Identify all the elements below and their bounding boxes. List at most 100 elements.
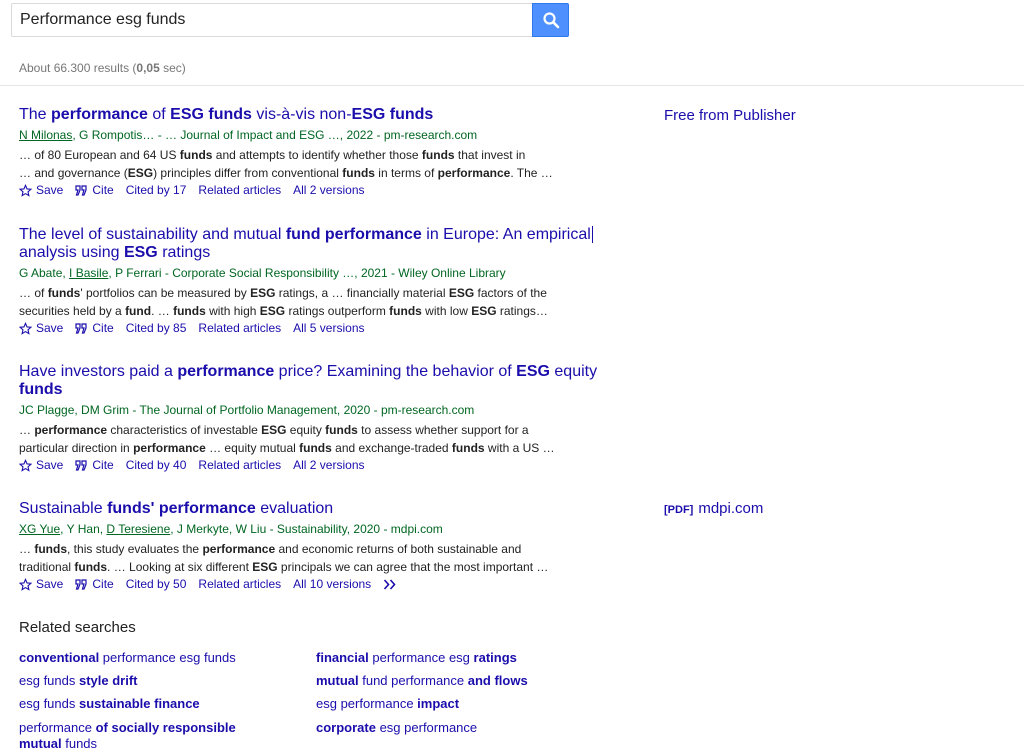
text-segment: ) principles differ from conventional bbox=[153, 166, 343, 180]
snippet-line: … of 80 European and 64 US funds and att… bbox=[19, 146, 564, 164]
text-segment: … of 80 European and 64 US bbox=[19, 148, 180, 162]
text-segment: . … bbox=[151, 304, 174, 318]
related-search-link[interactable]: esg funds style drift bbox=[19, 673, 138, 689]
text-segment: . The … bbox=[510, 166, 553, 180]
emphasized-text[interactable]: N Milonas bbox=[19, 128, 72, 142]
related-search-link[interactable]: esg performance impact bbox=[316, 696, 459, 712]
results-stats: About 66.300 results (0,05 sec) bbox=[19, 61, 186, 75]
cited-by-link[interactable]: Cited by 50 bbox=[126, 577, 187, 591]
more-chevron-button[interactable] bbox=[383, 578, 401, 590]
text-segment: evaluation bbox=[255, 500, 334, 517]
text-segment: and exchange-traded bbox=[331, 441, 452, 455]
related-search-link[interactable]: corporate esg performance bbox=[316, 720, 477, 736]
snippet-line: traditional funds. … Looking at six diff… bbox=[19, 558, 564, 576]
related-search-link[interactable]: esg funds sustainable finance bbox=[19, 696, 200, 712]
cite-button[interactable]: Cite bbox=[75, 577, 114, 591]
versions-link[interactable]: All 5 versions bbox=[293, 321, 364, 335]
text-segment: , this study evaluates the bbox=[67, 542, 203, 556]
stats-prefix: About 66.300 results ( bbox=[19, 61, 137, 75]
snippet-line: … performance characteristics of investa… bbox=[19, 421, 564, 439]
emphasized-text: ESG bbox=[448, 286, 475, 300]
search-button[interactable] bbox=[532, 3, 569, 37]
text-segment: ratings… bbox=[496, 304, 548, 318]
related-articles-link[interactable]: Related articles bbox=[198, 183, 281, 197]
related-search-link[interactable]: performance of socially responsible mutu… bbox=[19, 720, 269, 752]
snippet-line: … and governance (ESG) principles differ… bbox=[19, 164, 564, 182]
cite-label: Cite bbox=[92, 321, 114, 335]
text-segment: esg funds bbox=[19, 673, 79, 688]
cite-button[interactable]: Cite bbox=[75, 458, 114, 472]
text-segment: , G Rompotis… - … Journal of Impact and … bbox=[72, 128, 478, 142]
emphasized-text: financial bbox=[316, 650, 369, 665]
side-link-publisher[interactable]: Free from Publisher bbox=[664, 107, 796, 124]
save-button[interactable]: Save bbox=[19, 458, 63, 472]
related-search-link[interactable]: conventional performance esg funds bbox=[19, 650, 236, 666]
emphasized-text[interactable]: XG Yue bbox=[19, 522, 60, 536]
text-segment: … bbox=[19, 423, 35, 437]
cite-button[interactable]: Cite bbox=[75, 321, 114, 335]
cited-by-link[interactable]: Cited by 85 bbox=[126, 321, 187, 335]
search-input[interactable] bbox=[12, 4, 532, 36]
text-segment: , Y Han, bbox=[60, 522, 107, 536]
save-button[interactable]: Save bbox=[19, 577, 63, 591]
snippet-line: … of funds' portfolios can be measured b… bbox=[19, 284, 564, 302]
cite-label: Cite bbox=[92, 577, 114, 591]
text-segment: The bbox=[19, 106, 52, 123]
related-searches-heading: Related searches bbox=[19, 619, 136, 636]
text-segment: , J Merkyte, W Liu - Sustainability, 202… bbox=[170, 522, 443, 536]
emphasized-text: performance bbox=[202, 542, 276, 556]
emphasized-text: fund bbox=[125, 304, 152, 318]
save-button[interactable]: Save bbox=[19, 183, 63, 197]
versions-link[interactable]: All 10 versions bbox=[293, 577, 371, 591]
related-articles-link[interactable]: Related articles bbox=[198, 458, 281, 472]
star-icon bbox=[19, 183, 32, 197]
side-link-pdf[interactable]: [PDF] mdpi.com bbox=[664, 500, 763, 517]
text-segment: equity bbox=[549, 363, 598, 380]
related-articles-link[interactable]: Related articles bbox=[198, 321, 281, 335]
text-segment: performance bbox=[19, 720, 96, 735]
emphasized-text: funds bbox=[421, 148, 455, 162]
text-segment: … and governance ( bbox=[19, 166, 128, 180]
text-segment: esg performance bbox=[316, 696, 418, 711]
search-icon bbox=[542, 12, 559, 29]
emphasized-text[interactable]: I Basile bbox=[69, 266, 108, 280]
pdf-label: [PDF] bbox=[664, 504, 694, 516]
result-title[interactable]: The level of sustainability and mutual f… bbox=[19, 226, 599, 262]
text-segment: that invest in bbox=[454, 148, 526, 162]
save-button[interactable]: Save bbox=[19, 321, 63, 335]
snippet-line: securities held by a fund. … funds with … bbox=[19, 302, 564, 320]
emphasized-text[interactable]: D Teresiene bbox=[106, 522, 170, 536]
text-segment: performance esg bbox=[368, 650, 474, 665]
related-articles-link[interactable]: Related articles bbox=[198, 577, 281, 591]
text-segment: … bbox=[19, 542, 35, 556]
emphasized-text: ESG bbox=[261, 423, 287, 437]
text-segment: ratings bbox=[157, 244, 211, 261]
emphasized-text: funds bbox=[19, 381, 63, 398]
search-box[interactable] bbox=[11, 3, 532, 37]
text-segment: Sustainable bbox=[19, 500, 108, 517]
versions-link[interactable]: All 2 versions bbox=[293, 183, 364, 197]
cited-by-link[interactable]: Cited by 17 bbox=[126, 183, 187, 197]
double-chevron-right-icon bbox=[384, 578, 396, 590]
result-title[interactable]: The performance of ESG funds vis-à-vis n… bbox=[19, 106, 599, 124]
result-title[interactable]: Have investors paid a performance price?… bbox=[19, 363, 599, 399]
emphasized-text: funds bbox=[342, 166, 375, 180]
emphasized-text: sustainable finance bbox=[79, 696, 200, 711]
related-search-link[interactable]: mutual fund performance and flows bbox=[316, 673, 528, 689]
quote-icon bbox=[75, 578, 87, 590]
result-item: The level of sustainability and mutual f… bbox=[19, 226, 599, 335]
star-icon bbox=[19, 577, 32, 591]
emphasized-text: funds bbox=[173, 304, 206, 318]
emphasized-text: and flows bbox=[467, 673, 528, 688]
text-segment: ratings, a … financially material bbox=[275, 286, 449, 300]
emphasized-text: ratings bbox=[473, 650, 517, 665]
cited-by-link[interactable]: Cited by 40 bbox=[126, 458, 187, 472]
related-search-link[interactable]: financial performance esg ratings bbox=[316, 650, 517, 666]
emphasized-text: style drift bbox=[79, 673, 138, 688]
cite-button[interactable]: Cite bbox=[75, 183, 114, 197]
result-authors: JC Plagge, DM Grim - The Journal of Port… bbox=[19, 403, 599, 417]
stats-time: 0,05 bbox=[136, 61, 160, 75]
result-title[interactable]: Sustainable funds' performance evaluatio… bbox=[19, 500, 599, 518]
versions-link[interactable]: All 2 versions bbox=[293, 458, 364, 472]
header: About 66.300 results (0,05 sec) bbox=[0, 0, 1024, 86]
